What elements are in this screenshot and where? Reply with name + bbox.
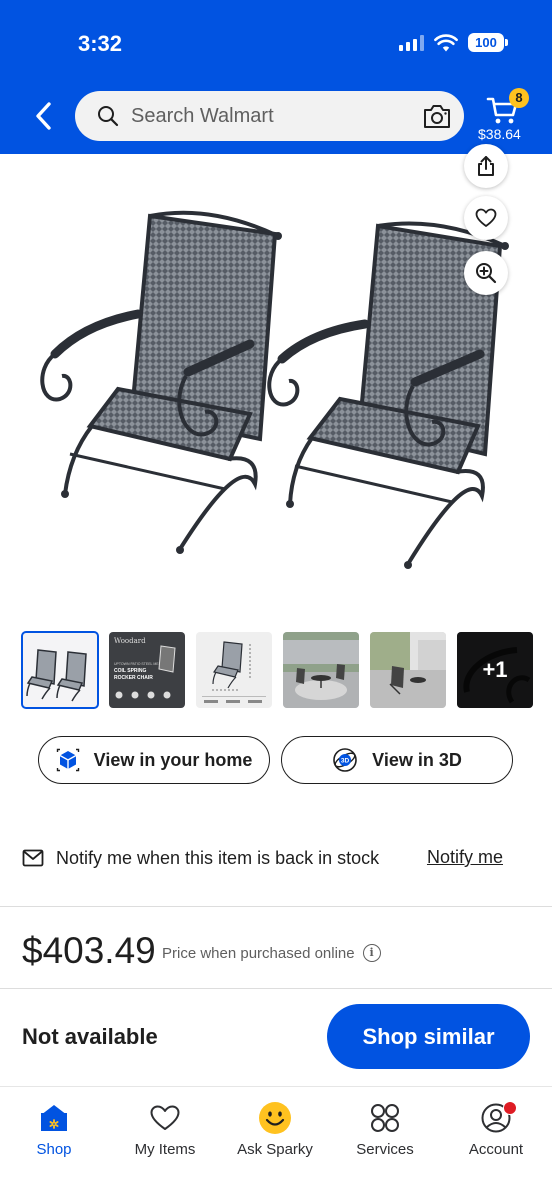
- nav-account-label: Account: [468, 1141, 524, 1158]
- cart-count-badge: 8: [509, 88, 529, 108]
- view-in-home-label: View in your home: [93, 749, 253, 770]
- camera-icon[interactable]: [422, 102, 452, 130]
- thumbnail-3[interactable]: [196, 632, 272, 708]
- heart-icon: [150, 1105, 180, 1130]
- thumbnail-4[interactable]: [283, 632, 359, 708]
- svg-text:3D: 3D: [341, 758, 350, 765]
- back-button[interactable]: [26, 96, 60, 136]
- product-image-carousel[interactable]: [0, 144, 552, 614]
- thumbnail-patio-image: [283, 632, 359, 708]
- chair-left: [40, 210, 282, 554]
- nav-services-label: Services: [356, 1141, 414, 1158]
- wifi-icon: [434, 33, 458, 51]
- nav-shop[interactable]: Shop: [4, 1101, 104, 1158]
- thumbnail-strip: Woodard UPTOWN PATIO STEEL MESH COIL SPR…: [21, 631, 533, 709]
- product-price: $403.49: [22, 930, 156, 971]
- price-note-text: Price when purchased online: [162, 944, 355, 962]
- view-in-3d-label: View in 3D: [372, 749, 462, 770]
- search-input[interactable]: Search Walmart: [131, 105, 274, 128]
- thumbnail-feature-icons: [115, 645, 176, 699]
- thumbnail-6[interactable]: +1: [457, 632, 533, 708]
- heart-icon: [475, 208, 497, 227]
- nav-my-items[interactable]: My Items: [115, 1101, 215, 1158]
- cellular-signal-icon: [399, 34, 424, 51]
- bottom-nav: Shop My Items Ask Sparky Services Accoun…: [0, 1086, 552, 1200]
- section-divider: [0, 906, 552, 907]
- thumbnail-5[interactable]: [370, 632, 446, 708]
- nav-my-items-label: My Items: [134, 1141, 196, 1158]
- cart-total: $38.64: [478, 126, 521, 142]
- shop-icon: [41, 1105, 67, 1131]
- notify-me-link[interactable]: Notify me: [427, 847, 503, 868]
- nav-ask-sparky[interactable]: Ask Sparky: [225, 1101, 325, 1158]
- nav-shop-label: Shop: [36, 1141, 72, 1158]
- status-icons: 100: [399, 33, 508, 52]
- zoom-in-icon: [476, 263, 497, 284]
- nav-account[interactable]: Account: [446, 1101, 546, 1158]
- shop-similar-button[interactable]: Shop similar: [327, 1004, 530, 1069]
- notify-row: Notify me when this item is back in stoc…: [22, 844, 532, 872]
- services-icon: [371, 1104, 399, 1132]
- nav-services[interactable]: Services: [335, 1101, 435, 1158]
- chevron-left-icon: [36, 102, 51, 130]
- availability-status: Not available: [22, 1024, 158, 1049]
- thumbnail-chairs-image: [26, 649, 87, 702]
- search-icon: [98, 106, 119, 127]
- share-button[interactable]: [464, 144, 508, 188]
- thumbnail-dimensions-image: [202, 641, 266, 703]
- share-icon: [478, 156, 494, 176]
- thumbnail-porch-image: [370, 632, 446, 708]
- info-icon[interactable]: i: [362, 944, 381, 962]
- favorite-button[interactable]: [464, 196, 508, 240]
- nav-ask-sparky-label: Ask Sparky: [237, 1141, 313, 1158]
- status-time: 3:32: [78, 31, 123, 56]
- notification-dot: [503, 1101, 517, 1115]
- battery-icon: 100: [468, 33, 508, 52]
- search-bar[interactable]: Search Walmart: [75, 91, 464, 141]
- ar-cube-icon: [56, 748, 79, 772]
- notify-text: Notify me when this item is back in stoc…: [56, 847, 380, 868]
- mail-icon: [22, 849, 44, 867]
- cart-button[interactable]: 8 $38.64: [476, 88, 536, 148]
- app-header: 3:32 100 Search Walmart 8 $38.64: [0, 0, 552, 154]
- 3d-view-icon: 3D: [333, 748, 357, 772]
- zoom-button[interactable]: [464, 251, 508, 295]
- more-images-label: +1: [457, 632, 533, 708]
- thumbnail-1[interactable]: [21, 631, 99, 709]
- section-divider: [0, 988, 552, 989]
- thumbnail-2[interactable]: Woodard UPTOWN PATIO STEEL MESH COIL SPR…: [109, 632, 185, 708]
- sparky-icon: [259, 1102, 291, 1134]
- view-in-3d-button[interactable]: 3D View in 3D: [281, 736, 513, 784]
- view-in-home-button[interactable]: View in your home: [38, 736, 270, 784]
- price-note: Price when purchased online i: [162, 944, 381, 962]
